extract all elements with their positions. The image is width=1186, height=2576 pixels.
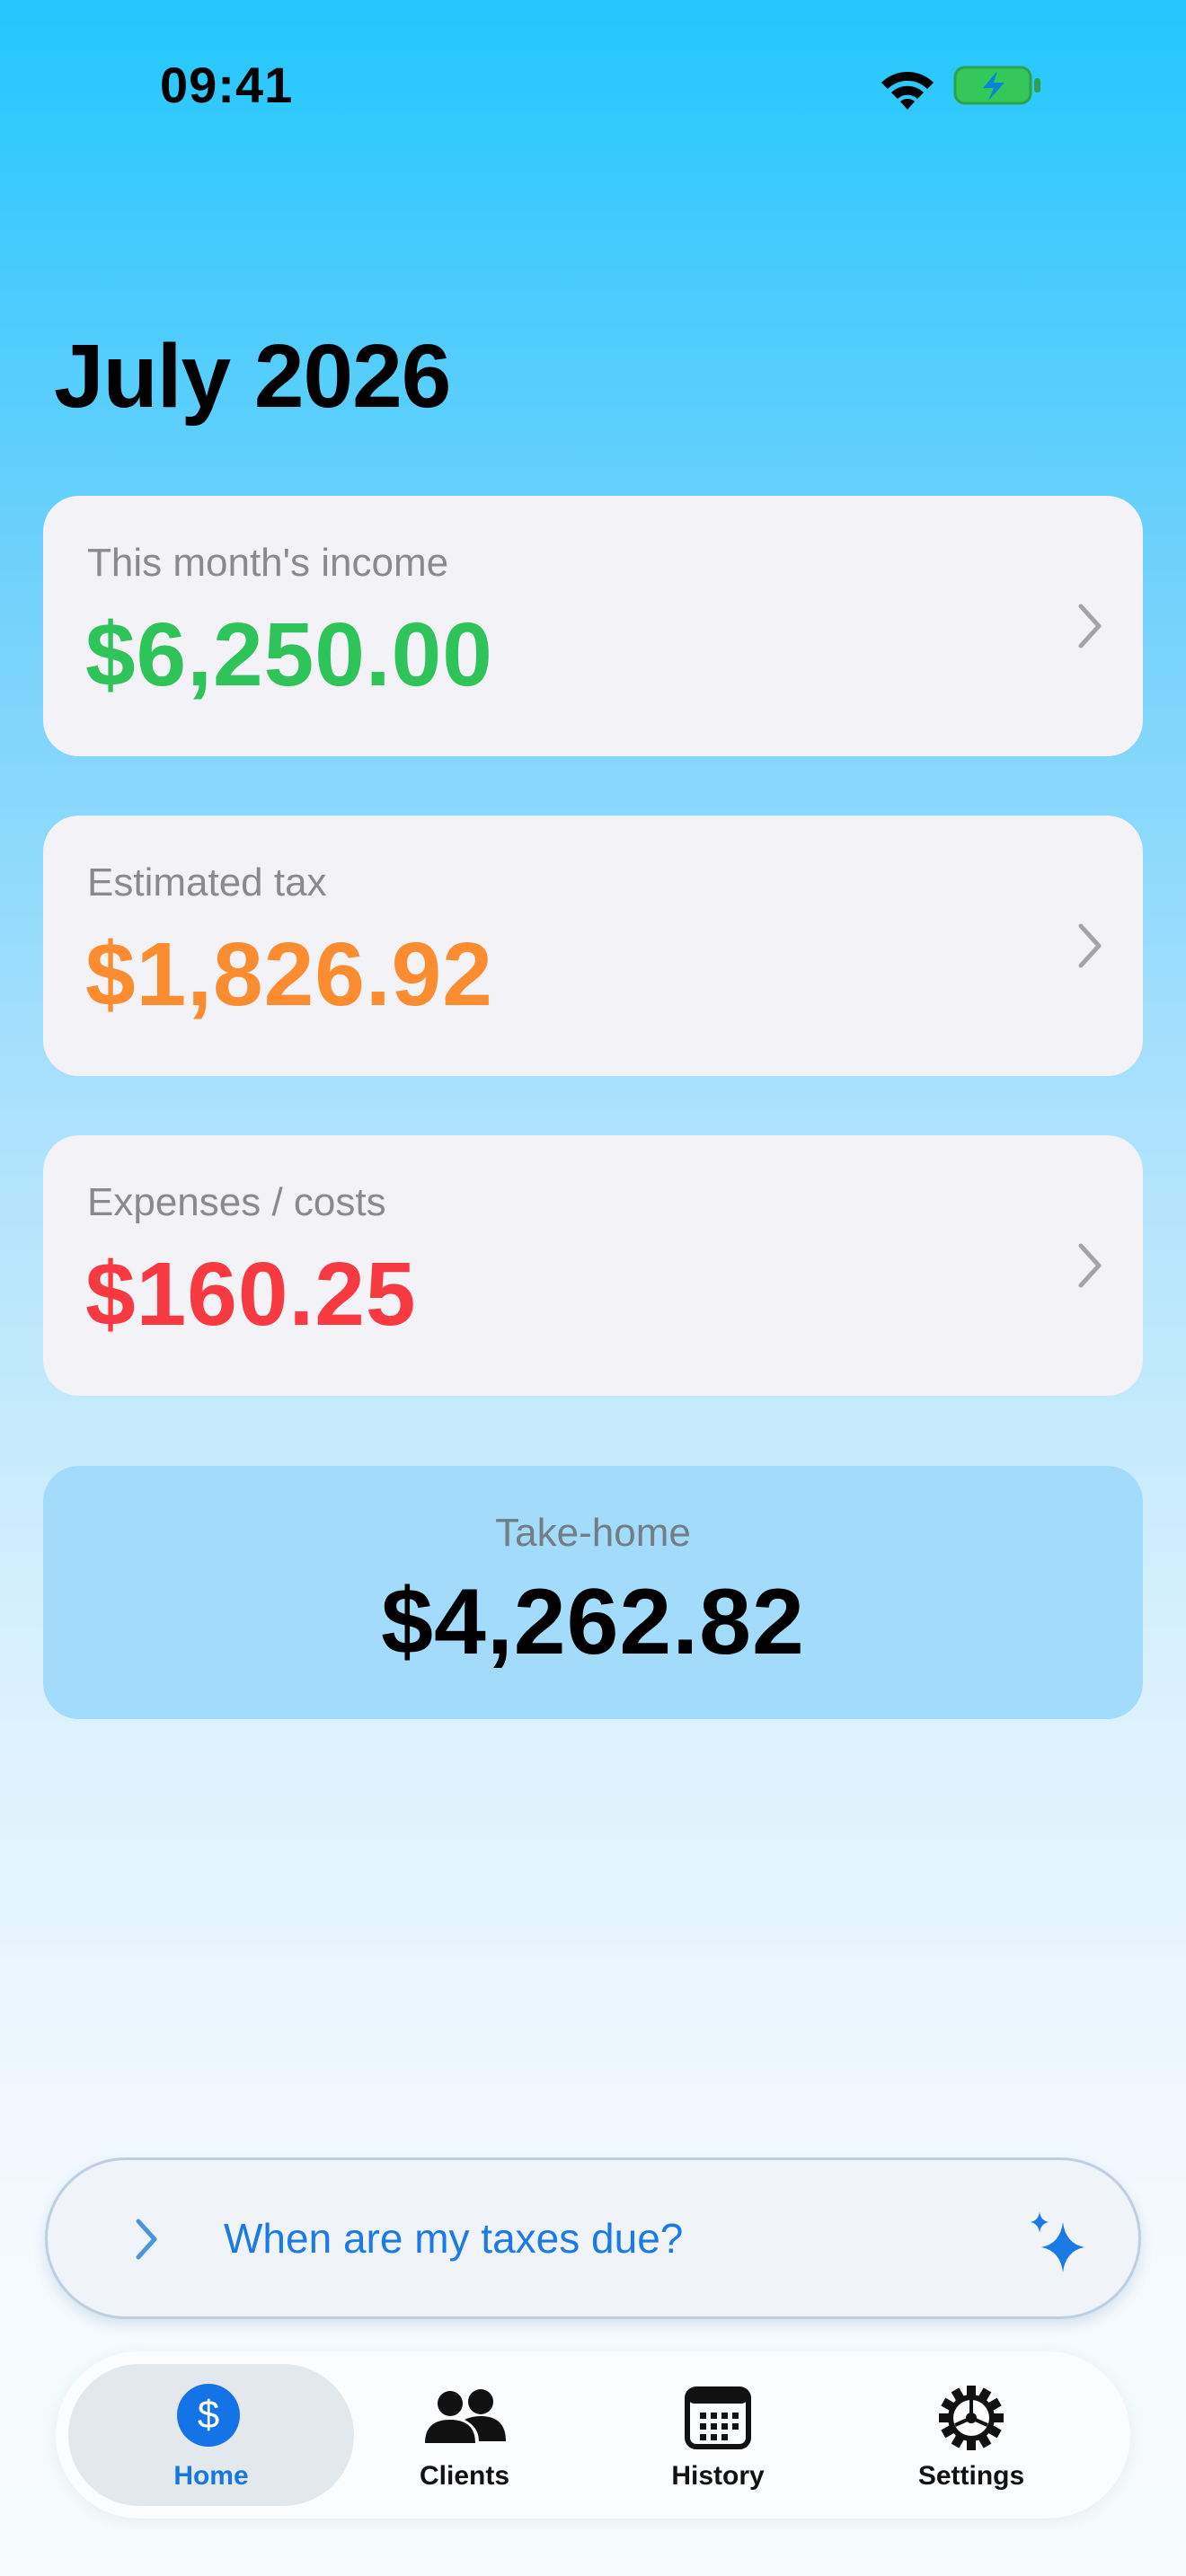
expenses-value: $160.25 <box>85 1244 417 1345</box>
chevron-right-icon <box>1078 1243 1102 1288</box>
tab-bar: $ Home Clients History Settings <box>56 2351 1130 2519</box>
chevron-right-icon <box>1078 923 1102 968</box>
estimated-tax-label: Estimated tax <box>87 860 327 904</box>
takehome-label: Take-home <box>495 1511 691 1555</box>
battery-charging-icon <box>953 66 1040 105</box>
chevron-right-icon <box>136 2219 157 2260</box>
tab-settings[interactable]: Settings <box>828 2364 1114 2506</box>
tab-history[interactable]: History <box>575 2364 861 2506</box>
people-icon <box>425 2389 506 2443</box>
expenses-card[interactable]: Expenses / costs $160.25 <box>43 1135 1143 1396</box>
gear-icon <box>939 2386 1004 2450</box>
income-value: $6,250.00 <box>85 604 493 705</box>
estimated-tax-value: $1,826.92 <box>85 924 493 1025</box>
income-card[interactable]: This month's income $6,250.00 <box>43 496 1143 756</box>
page-title: July 2026 <box>54 326 451 427</box>
tab-home-label: Home <box>173 2461 249 2491</box>
status-time: 09:41 <box>160 57 294 113</box>
expenses-label: Expenses / costs <box>87 1180 386 1224</box>
tab-home[interactable]: $ Home <box>68 2364 354 2506</box>
calendar-icon <box>685 2386 751 2449</box>
ask-suggestion-bar[interactable]: When are my taxes due? <box>45 2157 1141 2319</box>
sparkle-icon[interactable] <box>1025 2210 1088 2274</box>
tab-clients-label: Clients <box>419 2461 510 2491</box>
tab-clients[interactable]: Clients <box>322 2364 607 2506</box>
estimated-tax-card[interactable]: Estimated tax $1,826.92 <box>43 816 1143 1076</box>
tab-settings-label: Settings <box>917 2461 1025 2491</box>
wifi-icon <box>881 71 934 110</box>
income-label: This month's income <box>87 541 449 585</box>
dollar-circle-icon: $ <box>177 2384 245 2452</box>
takehome-card: Take-home $4,262.82 <box>43 1466 1143 1719</box>
tab-history-label: History <box>671 2461 765 2491</box>
ask-suggestion-text: When are my taxes due? <box>224 2215 684 2262</box>
takehome-value: $4,262.82 <box>381 1570 805 1674</box>
status-bar: 09:41 <box>0 0 1186 180</box>
chevron-right-icon <box>1078 604 1102 648</box>
